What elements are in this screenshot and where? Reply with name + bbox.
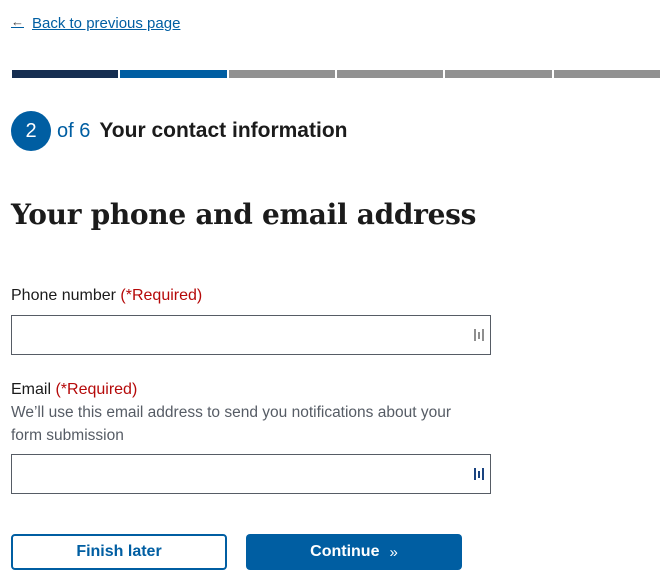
arrow-left-icon: ← <box>11 14 24 29</box>
continue-button[interactable]: Continue » <box>246 534 462 570</box>
password-manager-icon[interactable] <box>474 467 488 481</box>
finish-later-label: Finish later <box>76 543 162 560</box>
phone-label-text: Phone number <box>11 287 116 304</box>
email-label-text: Email <box>11 381 52 398</box>
step-number-badge: 2 <box>11 111 51 151</box>
finish-later-button[interactable]: Finish later <box>11 534 227 570</box>
phone-label: Phone number (*Required) <box>11 287 202 305</box>
double-chevron-right-icon: » <box>389 543 398 561</box>
password-manager-icon[interactable] <box>474 328 488 342</box>
progress-segment <box>228 70 335 78</box>
page-title: Your phone and email address <box>11 198 477 231</box>
email-hint: We’ll use this email address to send you… <box>11 404 451 444</box>
progress-segment <box>336 70 444 78</box>
progress-segment <box>12 70 119 78</box>
progress-segment <box>553 70 660 78</box>
step-title: Your contact information <box>99 119 348 142</box>
back-link[interactable]: ← Back to previous page <box>11 14 181 32</box>
email-label: Email (*Required) <box>11 381 137 399</box>
back-link-label: Back to previous page <box>32 15 181 32</box>
email-required-indicator: (*Required) <box>55 381 138 398</box>
phone-input[interactable] <box>11 315 491 355</box>
step-of-total: of 6 <box>57 119 91 142</box>
progress-segment <box>445 70 552 78</box>
progress-segment <box>120 70 227 78</box>
email-input[interactable] <box>11 454 491 494</box>
progress-bar <box>12 70 660 78</box>
phone-required-indicator: (*Required) <box>120 287 203 304</box>
continue-label: Continue <box>310 543 380 560</box>
step-heading: 2 of 6 Your contact information <box>11 111 347 151</box>
